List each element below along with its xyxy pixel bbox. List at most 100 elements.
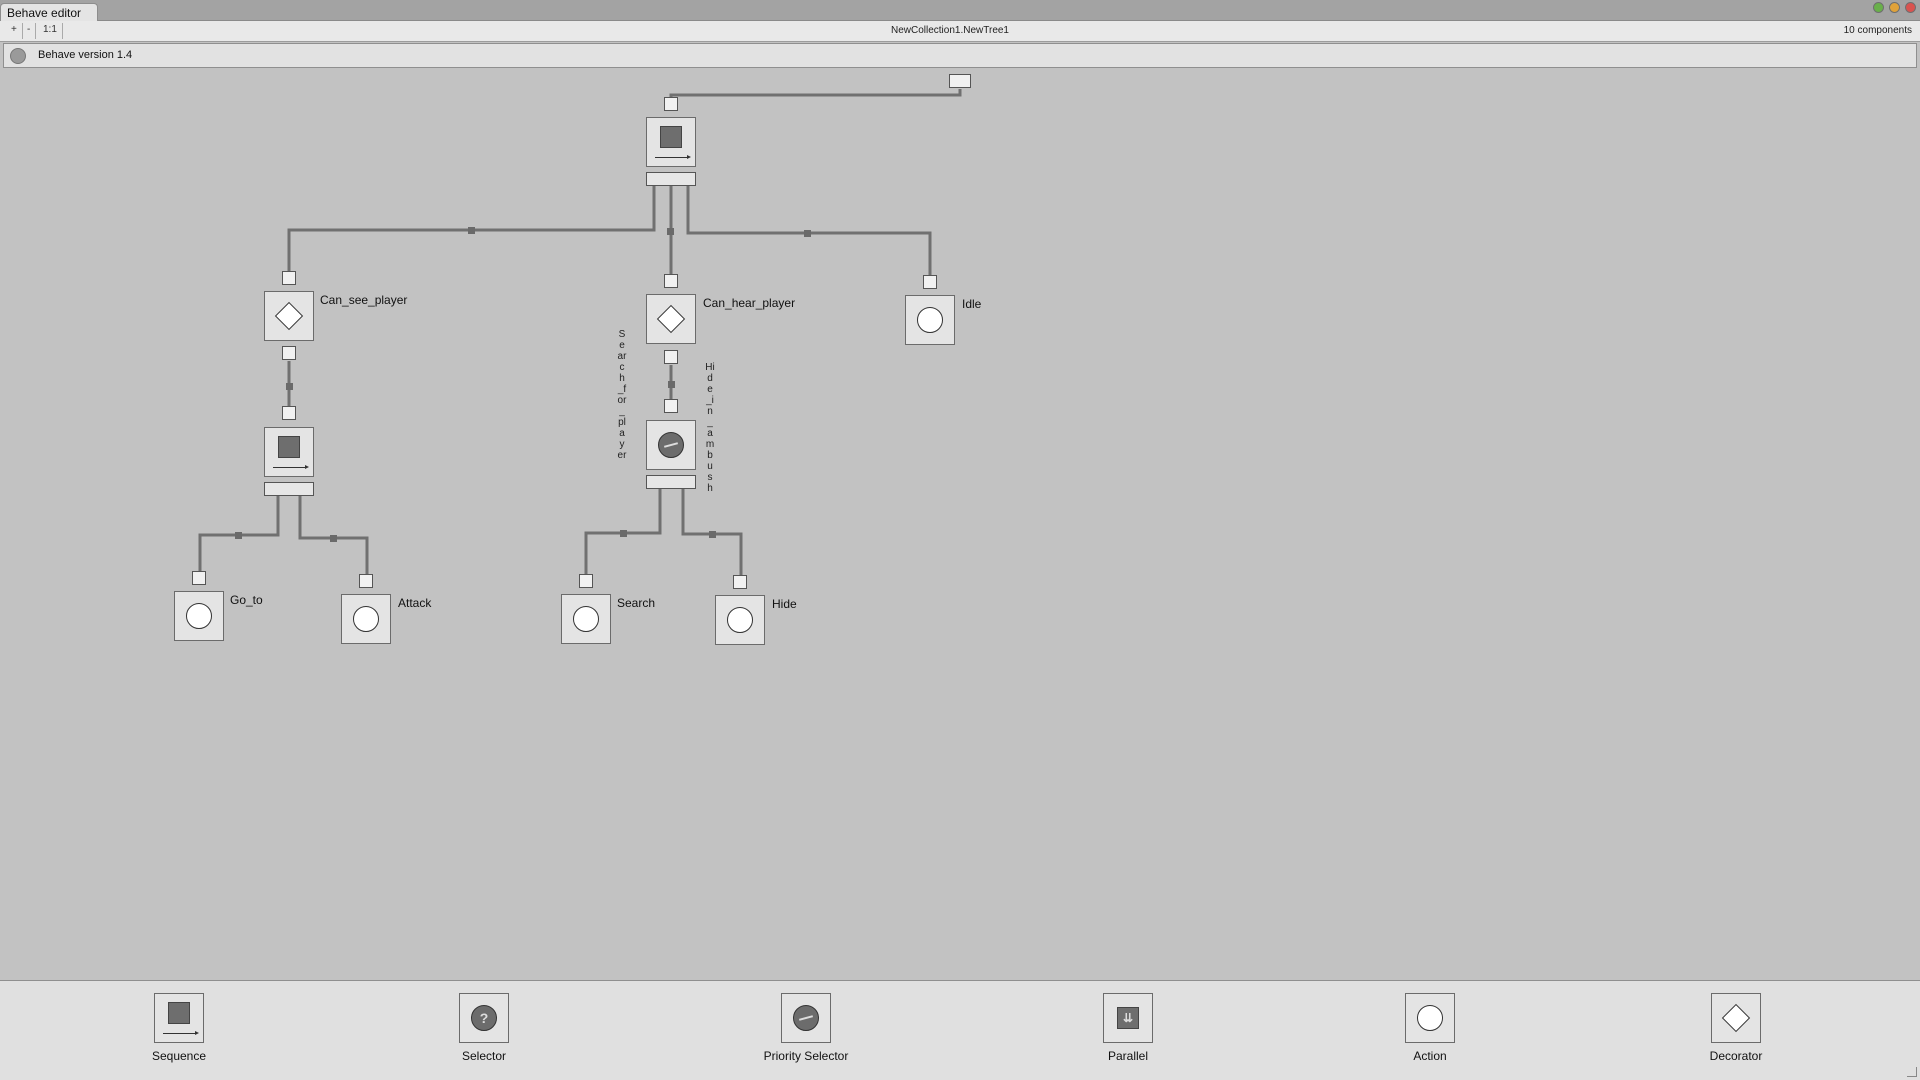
palette-selector-box: ? <box>459 993 509 1043</box>
search-in-port[interactable] <box>579 574 593 588</box>
priority-selector-icon <box>793 1005 819 1031</box>
behave-logo-icon <box>10 48 26 64</box>
attack-in-port[interactable] <box>359 574 373 588</box>
can-hear-player-in-port[interactable] <box>664 274 678 288</box>
palette-action-box <box>1405 993 1455 1043</box>
palette-sequence-label: Sequence <box>151 1049 207 1063</box>
link-handle <box>620 530 627 537</box>
root-port[interactable] <box>949 74 971 88</box>
action-icon <box>573 606 599 632</box>
window-controls <box>1873 2 1916 13</box>
priority-selector-node[interactable] <box>646 420 696 470</box>
hide-in-port[interactable] <box>733 575 747 589</box>
palette-selector[interactable]: ? Selector <box>424 993 544 1063</box>
close-window-icon[interactable] <box>1905 2 1916 13</box>
can-see-player-out-port[interactable] <box>282 346 296 360</box>
link-handle <box>667 228 674 235</box>
go-to-in-port[interactable] <box>192 571 206 585</box>
idle-in-port[interactable] <box>923 275 937 289</box>
arrow-right-icon <box>163 1031 199 1035</box>
link-handle <box>286 383 293 390</box>
action-icon <box>186 603 212 629</box>
palette-parallel-label: Parallel <box>1107 1049 1149 1063</box>
palette-priority-selector-box <box>781 993 831 1043</box>
action-icon <box>1417 1005 1443 1031</box>
idle-label: Idle <box>962 297 982 311</box>
decorator-icon <box>1721 1003 1751 1033</box>
sequence-icon <box>278 436 300 458</box>
sequence-2-node[interactable] <box>264 427 314 477</box>
palette-sequence-box <box>154 993 204 1043</box>
sequence-icon <box>168 1002 190 1024</box>
root-sequence-node[interactable] <box>646 117 696 167</box>
link-handle <box>330 535 337 542</box>
palette-action-label: Action <box>1413 1049 1447 1063</box>
connector-lines <box>198 89 962 576</box>
search-node[interactable] <box>561 594 611 644</box>
minimize-window-icon[interactable] <box>1889 2 1900 13</box>
search-label: Search <box>617 596 656 610</box>
root-sequence-children-bar[interactable] <box>646 172 696 186</box>
palette-action[interactable]: Action <box>1370 993 1490 1063</box>
tab-behave-editor[interactable]: Behave editor <box>0 3 98 21</box>
sequence-icon <box>660 126 682 148</box>
priority-selector-icon <box>658 432 684 458</box>
hide-label: Hide <box>772 597 797 611</box>
version-text: Behave version 1.4 <box>38 49 133 61</box>
can-see-player-in-port[interactable] <box>282 271 296 285</box>
can-see-player-label: Can_see_player <box>320 293 408 307</box>
tree-title: NewCollection1.NewTree1 <box>890 25 1009 36</box>
parallel-icon: ⇊ <box>1117 1007 1139 1029</box>
palette-selector-label: Selector <box>461 1049 507 1063</box>
palette-decorator-box <box>1711 993 1761 1043</box>
arrow-right-icon <box>655 155 691 159</box>
palette-priority-selector[interactable]: Priority Selector <box>746 993 866 1063</box>
palette-decorator[interactable]: Decorator <box>1676 993 1796 1063</box>
sequence-2-in-port[interactable] <box>282 406 296 420</box>
selector-icon: ? <box>471 1005 497 1031</box>
palette-decorator-label: Decorator <box>1709 1049 1763 1063</box>
component-count: 10 components <box>1843 25 1912 36</box>
link-handle <box>709 531 716 538</box>
action-icon <box>727 607 753 633</box>
palette-parallel-box: ⇊ <box>1103 993 1153 1043</box>
arrow-right-icon <box>273 465 309 469</box>
decorator-icon <box>274 301 304 331</box>
link-handle <box>668 381 675 388</box>
can-hear-player-out-port[interactable] <box>664 350 678 364</box>
priority-selector-in-port[interactable] <box>664 399 678 413</box>
can-see-player-node[interactable] <box>264 291 314 341</box>
attack-node[interactable] <box>341 594 391 644</box>
version-bar: Behave version 1.4 <box>3 43 1917 68</box>
go-to-node[interactable] <box>174 591 224 641</box>
tab-strip: Behave editor <box>0 0 1920 21</box>
component-palette: Sequence ? Selector Priority Selector ⇊ … <box>0 980 1920 1080</box>
can-hear-player-label: Can_hear_player <box>703 296 796 310</box>
link-handle <box>804 230 811 237</box>
attack-label: Attack <box>398 596 432 610</box>
palette-priority-selector-label: Priority Selector <box>763 1049 849 1063</box>
can-hear-player-node[interactable] <box>646 294 696 344</box>
link-handle <box>468 227 475 234</box>
priority-selector-children-bar[interactable] <box>646 475 696 489</box>
search-for-player-branch-label: Search_for_player <box>617 329 627 461</box>
hide-node[interactable] <box>715 595 765 645</box>
tree-canvas[interactable]: Can_see_player Go_to Attack Can_hear_pla… <box>0 68 1920 980</box>
decorator-icon <box>656 304 686 334</box>
root-connector <box>669 89 962 103</box>
resize-grip-icon[interactable] <box>1907 1067 1917 1077</box>
idle-node[interactable] <box>905 295 955 345</box>
action-icon <box>353 606 379 632</box>
link-handle <box>235 532 242 539</box>
action-icon <box>917 307 943 333</box>
connector-to-attack <box>298 493 369 575</box>
palette-parallel[interactable]: ⇊ Parallel <box>1068 993 1188 1063</box>
sequence-2-children-bar[interactable] <box>264 482 314 496</box>
toolbar: + - 1:1 NewCollection1.NewTree1 10 compo… <box>0 21 1920 42</box>
hide-in-ambush-branch-label: Hide_in_ambush <box>705 362 715 494</box>
behave-editor-window: Behave editor + - 1:1 NewCollection1.New… <box>0 0 1920 1080</box>
root-sequence-in-port[interactable] <box>664 97 678 111</box>
palette-sequence[interactable]: Sequence <box>119 993 239 1063</box>
go-to-label: Go_to <box>230 593 263 607</box>
zoom-window-icon[interactable] <box>1873 2 1884 13</box>
